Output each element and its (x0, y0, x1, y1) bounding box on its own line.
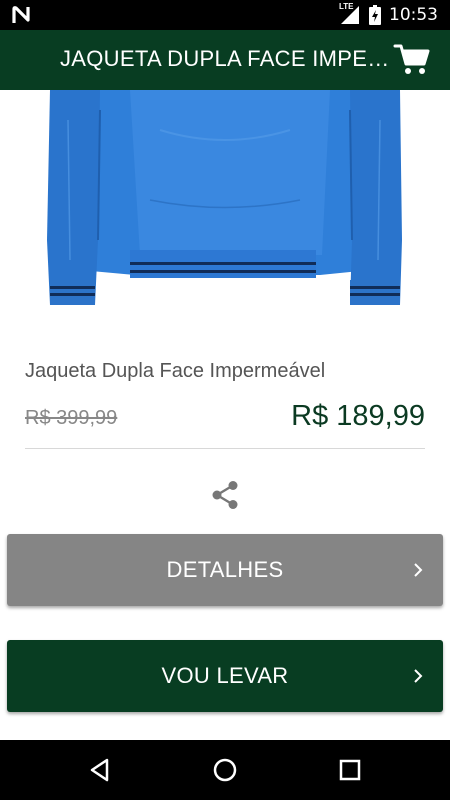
blue-jacket-photo (47, 90, 402, 305)
share-icon (212, 481, 238, 509)
status-bar: LTE 10:53 (0, 0, 450, 30)
share-button[interactable] (209, 479, 241, 511)
product-name: Jaqueta Dupla Face Impermeável (25, 360, 326, 382)
recents-icon[interactable] (337, 757, 363, 783)
network-type: LTE (339, 2, 354, 11)
clock: 10:53 (389, 5, 438, 25)
buy-button[interactable]: VOU LEVAR (7, 640, 443, 712)
shopping-cart-icon (393, 44, 430, 74)
product-image (0, 90, 450, 330)
notification-n-icon (12, 6, 30, 23)
battery-charging-icon (369, 5, 381, 25)
details-button[interactable]: DETALHES (7, 534, 443, 606)
back-icon[interactable] (87, 757, 113, 783)
page-title: JAQUETA DUPLA FACE IMPERMEÁVEL (60, 46, 390, 71)
app-toolbar: JAQUETA DUPLA FACE IMPERMEÁVEL (0, 30, 450, 90)
old-price: R$ 399,99 (25, 407, 118, 429)
buy-button-label: VOU LEVAR (161, 663, 289, 688)
chevron-right-icon (414, 669, 423, 683)
details-button-label: DETALHES (166, 557, 284, 582)
cart-button[interactable] (393, 42, 431, 78)
navigation-bar (0, 740, 450, 800)
divider (25, 448, 425, 449)
chevron-right-icon (414, 563, 423, 577)
current-price: R$ 189,99 (291, 400, 425, 432)
signal-icon: LTE (339, 2, 361, 26)
home-icon[interactable] (212, 757, 238, 783)
